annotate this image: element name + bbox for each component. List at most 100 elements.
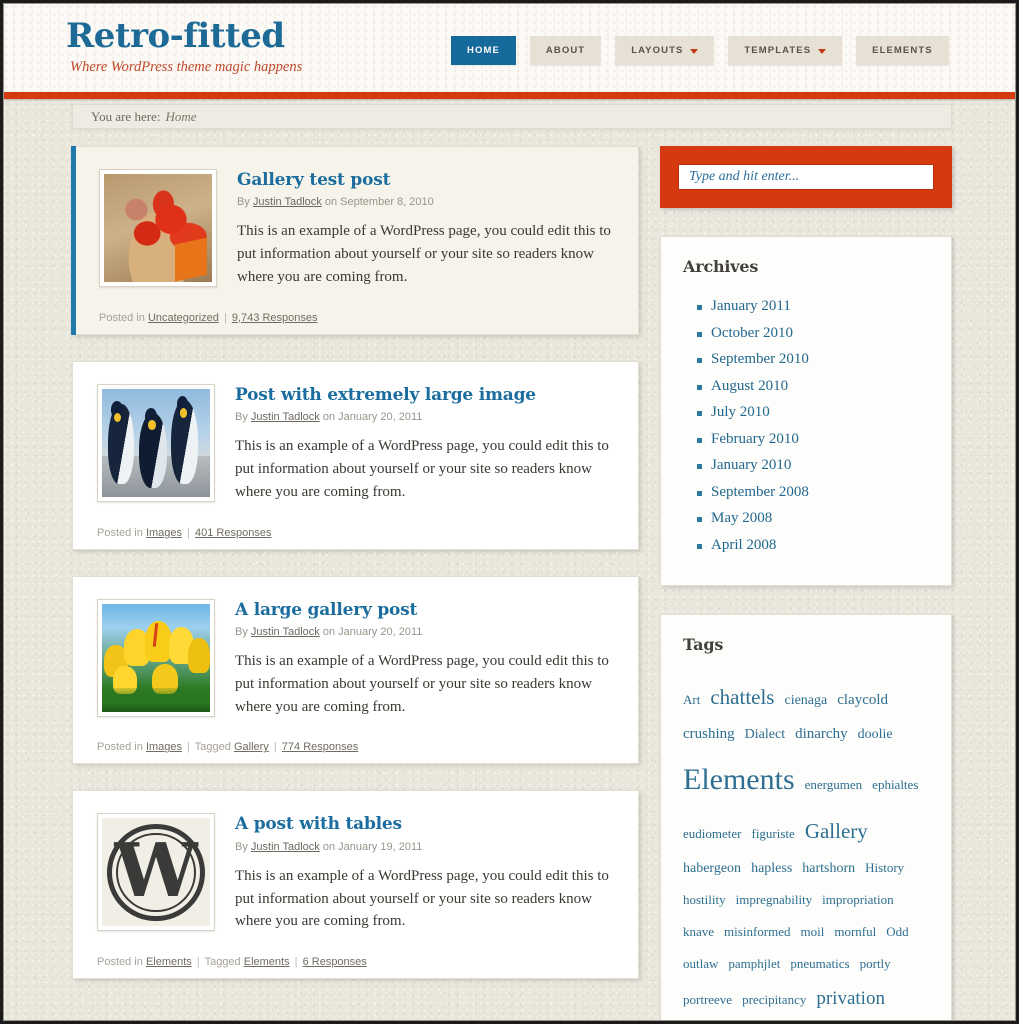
tag-link[interactable]: pamphjlet xyxy=(728,956,780,971)
penguins-image xyxy=(102,388,210,497)
post-responses-link[interactable]: 401 Responses xyxy=(195,527,271,539)
tag-link[interactable]: ephialtes xyxy=(872,777,918,792)
post-author-link[interactable]: Justin Tadlock xyxy=(253,196,322,208)
post-author-link[interactable]: Justin Tadlock xyxy=(251,411,320,423)
nav-item-elements[interactable]: ELEMENTS xyxy=(856,36,949,65)
tag-link[interactable]: precipitancy xyxy=(742,992,806,1007)
archive-item[interactable]: January 2011 xyxy=(697,298,929,315)
post-entry: A large gallery post By Justin Tadlock on… xyxy=(72,575,639,765)
search-widget xyxy=(660,146,952,208)
tag-link[interactable]: Gallery xyxy=(805,819,868,843)
post-category-link[interactable]: Images xyxy=(146,527,182,539)
archive-item[interactable]: February 2010 xyxy=(697,431,929,448)
post-thumbnail[interactable] xyxy=(97,813,215,932)
tag-link[interactable]: moil xyxy=(800,924,824,939)
post-responses-link[interactable]: 9,743 Responses xyxy=(232,312,318,324)
tag-link[interactable]: figuriste xyxy=(751,826,794,841)
meta-separator: | xyxy=(273,741,277,754)
nav-item-home[interactable]: HOME xyxy=(451,36,516,65)
tag-link[interactable]: misinformed xyxy=(724,924,790,939)
tag-link[interactable]: hapless xyxy=(751,861,792,876)
tag-link[interactable]: habergeon xyxy=(683,861,741,876)
tag-link[interactable]: History xyxy=(865,860,904,875)
tag-link[interactable]: outlaw xyxy=(683,956,718,971)
tag-link[interactable]: hartshorn xyxy=(802,861,855,876)
nav-item-label: HOME xyxy=(467,45,500,56)
post-responses-link[interactable]: 6 Responses xyxy=(303,956,367,968)
post-entry: A post with tables By Justin Tadlock on J… xyxy=(72,790,639,980)
post-thumbnail[interactable] xyxy=(99,169,217,287)
tag-link[interactable]: crushing xyxy=(683,726,735,742)
tag-link[interactable]: Dialect xyxy=(745,727,785,742)
post-tag-link[interactable]: Elements xyxy=(244,956,290,968)
breadcrumb: You are here: Home xyxy=(72,104,952,129)
tag-link[interactable]: dinarchy xyxy=(795,726,847,742)
post-category-link[interactable]: Images xyxy=(146,741,182,753)
post-category-link[interactable]: Uncategorized xyxy=(148,312,219,324)
archive-item[interactable]: January 2010 xyxy=(697,457,929,474)
tag-link[interactable]: portreeve xyxy=(683,992,732,1007)
archive-item[interactable]: September 2008 xyxy=(697,484,929,501)
archive-item[interactable]: April 2008 xyxy=(697,537,929,554)
breadcrumb-current[interactable]: Home xyxy=(165,109,196,125)
tag-link[interactable]: Art xyxy=(683,692,700,707)
post-thumbnail[interactable] xyxy=(97,383,215,502)
archive-item[interactable]: September 2010 xyxy=(697,351,929,368)
tag-link[interactable]: claycold xyxy=(837,692,888,708)
byline-by-label: By xyxy=(235,840,248,853)
tag-link[interactable]: mornful xyxy=(834,924,876,939)
nav-item-about[interactable]: ABOUT xyxy=(529,36,602,65)
tag-link[interactable]: privation xyxy=(816,988,885,1009)
tag-link[interactable]: pneumatics xyxy=(790,956,849,971)
post-category-link[interactable]: Elements xyxy=(146,956,192,968)
nav-item-layouts[interactable]: LAYOUTS xyxy=(615,36,715,65)
post-author-link[interactable]: Justin Tadlock xyxy=(251,626,320,638)
tag-link[interactable]: Elements xyxy=(683,763,795,796)
site-header: Retro-fitted Where WordPress theme magic… xyxy=(4,4,1015,92)
post-thumbnail[interactable] xyxy=(97,598,215,717)
posted-in-label: Posted in xyxy=(97,741,143,754)
post-title[interactable]: A post with tables xyxy=(235,814,614,834)
primary-navigation[interactable]: HOME ABOUT LAYOUTS TEMPLATES ELEMENTS xyxy=(451,36,949,65)
archive-item[interactable]: October 2010 xyxy=(697,325,929,342)
site-title[interactable]: Retro-fitted xyxy=(66,17,302,55)
post-title[interactable]: Post with extremely large image xyxy=(235,385,614,405)
post-meta: Posted in Images | 401 Responses xyxy=(97,518,614,539)
archive-item-label: January 2010 xyxy=(711,457,792,473)
post-title[interactable]: Gallery test post xyxy=(237,170,614,190)
tag-link[interactable]: Odd xyxy=(886,924,908,939)
archive-item-label: September 2010 xyxy=(711,351,809,367)
archive-item[interactable]: August 2010 xyxy=(697,378,929,395)
tag-link[interactable]: portly xyxy=(860,956,891,971)
tag-link[interactable]: eudiometer xyxy=(683,826,741,841)
meta-separator: | xyxy=(187,741,190,754)
archive-item[interactable]: May 2008 xyxy=(697,510,929,527)
post-tag-link[interactable]: Gallery xyxy=(234,741,269,753)
nav-item-label: ELEMENTS xyxy=(872,45,933,56)
posted-in-label: Posted in xyxy=(99,311,145,324)
tag-link[interactable]: chattels xyxy=(710,685,774,709)
post-title[interactable]: A large gallery post xyxy=(235,600,614,620)
site-description: Where WordPress theme magic happens xyxy=(70,59,303,76)
byline-by-label: By xyxy=(235,625,248,638)
post-author-link[interactable]: Justin Tadlock xyxy=(251,841,320,853)
archive-item-label: April 2008 xyxy=(711,536,777,553)
post-responses-link[interactable]: 774 Responses xyxy=(282,741,358,753)
post-date: January 20, 2011 xyxy=(338,625,423,638)
tag-link[interactable]: impropriation xyxy=(822,892,894,907)
tag-link[interactable]: cienaga xyxy=(784,693,827,708)
tag-link[interactable]: hostility xyxy=(683,892,726,907)
tag-link[interactable]: energumen xyxy=(805,777,863,792)
search-input[interactable] xyxy=(678,164,934,190)
post-entry: Gallery test post By Justin Tadlock on Se… xyxy=(71,146,639,335)
posted-in-label: Posted in xyxy=(97,526,143,539)
tag-link[interactable]: impregnability xyxy=(736,892,813,907)
tag-link[interactable]: doolie xyxy=(858,727,893,742)
nav-item-templates[interactable]: TEMPLATES xyxy=(728,36,843,65)
tag-link[interactable]: knave xyxy=(683,924,714,939)
site-branding[interactable]: Retro-fitted Where WordPress theme magic… xyxy=(66,17,303,76)
tagged-label: Tagged xyxy=(204,956,241,969)
archive-item[interactable]: July 2010 xyxy=(697,404,929,421)
post-body: Post with extremely large image By Justin… xyxy=(97,383,614,504)
penguin-neck-patch xyxy=(148,420,156,430)
